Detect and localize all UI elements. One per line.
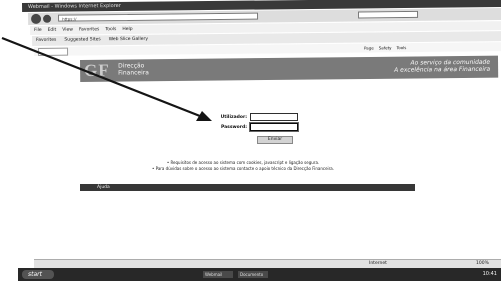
annotation-arrow-icon: [1, 36, 212, 121]
scanned-screenshot: Webmail - Windows Internet Explorer http…: [0, 0, 501, 290]
